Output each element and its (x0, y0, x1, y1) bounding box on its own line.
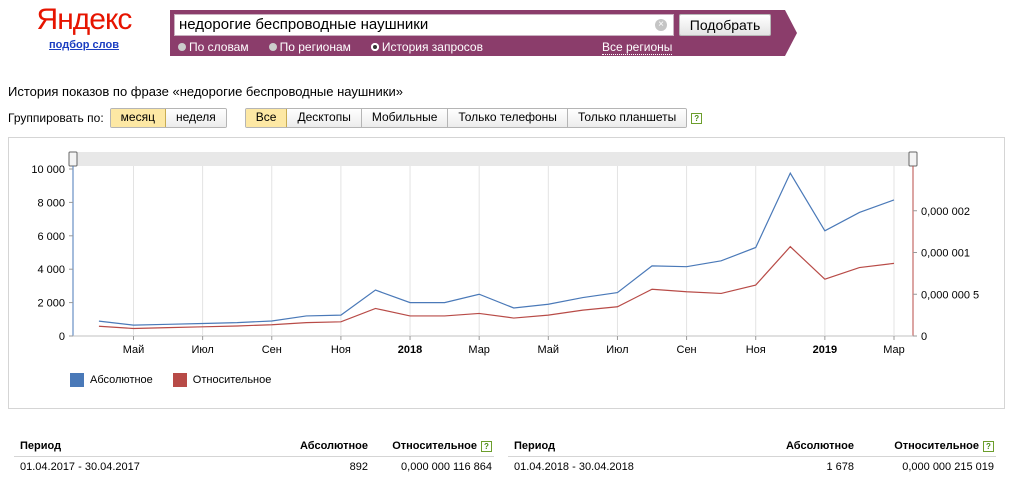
regions-link[interactable]: Все регионы (602, 40, 673, 55)
radio-dot-icon (370, 43, 379, 51)
stats-table-left: Период Абсолютное Относительное? 01.04.2… (14, 437, 494, 477)
period-option-1[interactable]: неделя (165, 109, 226, 127)
chart-panel (8, 137, 1005, 409)
cell-period: 01.04.2018 - 30.04.2018 (514, 461, 634, 473)
header-period: Период (20, 440, 62, 452)
period-toggle: месяц неделя (109, 108, 227, 128)
table-row: 01.04.2018 - 30.04.2018 1 678 0,000 000 … (508, 457, 996, 477)
cell-absolute: 892 (349, 461, 368, 473)
pick-button[interactable]: Подобрать (679, 14, 771, 36)
legend-swatch-relative (172, 373, 187, 387)
search-input[interactable]: недорогие беспроводные наушники × (174, 14, 674, 36)
device-option-0[interactable]: Все (245, 109, 288, 127)
radio-dot-icon (178, 43, 186, 51)
yandex-logo[interactable]: Яндекс подбор слов (34, 3, 134, 51)
device-option-1[interactable]: Десктопы (287, 109, 362, 127)
search-bar: недорогие беспроводные наушники × Подобр… (170, 10, 785, 56)
logo-subtitle-link[interactable]: подбор слов (34, 39, 134, 51)
table-header: Период Абсолютное Относительное? (14, 437, 494, 457)
header-relative: Относительное? (868, 437, 994, 455)
legend-label-relative: Относительное (192, 374, 272, 386)
device-option-2[interactable]: Мобильные (361, 109, 449, 127)
legend-item-relative[interactable]: Относительное (172, 373, 272, 387)
logo-word: Яндекс (36, 3, 133, 36)
group-controls: Группировать по: месяц неделя Все Десктопы… (8, 108, 703, 128)
cell-relative: 0,000 000 116 864 (401, 461, 492, 473)
period-option-0[interactable]: месяц (110, 109, 166, 127)
mode-radio-label: История запросов (381, 40, 483, 54)
mode-radios: По словам По регионам История запросов (178, 40, 503, 54)
device-option-3[interactable]: Только телефоны (448, 109, 568, 127)
header-absolute: Абсолютное (300, 440, 368, 452)
table-header: Период Абсолютное Относительное? (508, 437, 996, 457)
group-label: Группировать по: (8, 111, 104, 125)
cell-relative: 0,000 000 215 019 (902, 461, 994, 473)
mode-radio-2[interactable]: История запросов (370, 40, 483, 54)
mode-radio-label: По словам (189, 40, 249, 54)
search-query: недорогие беспроводные наушники (179, 16, 429, 33)
cell-absolute: 1 678 (826, 461, 854, 473)
clear-icon[interactable]: × (655, 19, 667, 31)
legend-item-absolute[interactable]: Абсолютное (70, 373, 153, 387)
device-toggle: Все Десктопы Мобильные Только телефоны Тольк… (244, 108, 688, 128)
header-absolute: Абсолютное (786, 440, 854, 452)
device-option-4[interactable]: Только планшеты (567, 109, 687, 127)
header-relative: Относительное? (380, 437, 492, 455)
header-period: Период (514, 440, 556, 452)
mode-radio-0[interactable]: По словам (178, 40, 249, 54)
cell-period: 01.04.2017 - 30.04.2017 (20, 461, 140, 473)
page-title: История показов по фразе «недорогие бесп… (8, 84, 403, 99)
stats-table-right: Период Абсолютное Относительное? 01.04.2… (508, 437, 996, 477)
help-icon[interactable]: ? (481, 441, 492, 452)
radio-dot-icon (268, 43, 277, 51)
legend-swatch-absolute (70, 373, 84, 387)
help-icon[interactable]: ? (691, 112, 703, 124)
legend-label-absolute: Абсолютное (90, 374, 153, 386)
mode-radio-label: По регионам (279, 40, 351, 54)
mode-radio-1[interactable]: По регионам (268, 40, 351, 54)
chart-legend: Абсолютное Относительное (70, 373, 291, 387)
help-icon[interactable]: ? (983, 441, 994, 452)
table-row: 01.04.2017 - 30.04.2017 892 0,000 000 11… (14, 457, 494, 477)
search-bar-arrow (785, 10, 797, 56)
